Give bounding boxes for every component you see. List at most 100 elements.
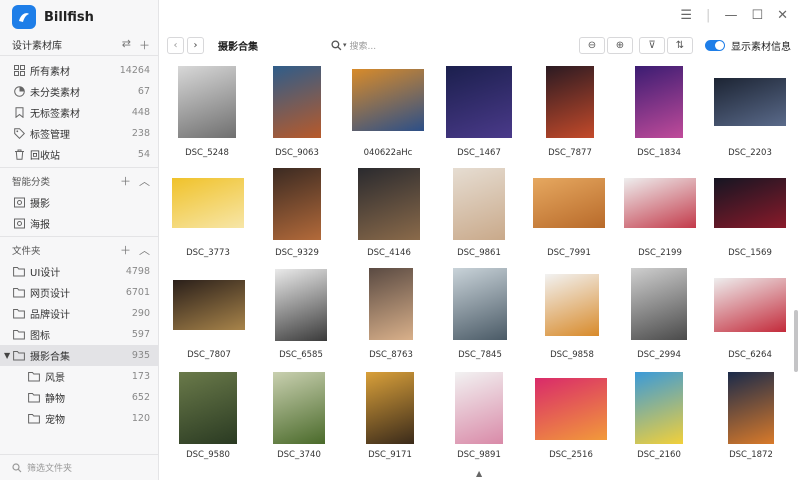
- nav-label: 所有素材: [30, 67, 70, 78]
- smart-category-header[interactable]: 智能分类 ＋ ︿: [0, 170, 158, 192]
- nav-label: 未分类素材: [30, 88, 80, 99]
- expand-caret-icon[interactable]: ▼: [4, 351, 10, 360]
- asset-thumbnail[interactable]: [173, 280, 245, 330]
- billfish-logo-icon: [12, 5, 36, 29]
- folder-item-0[interactable]: UI设计 4798: [0, 261, 158, 282]
- folder-list: UI设计 4798 网页设计 6701 品牌设计 290 图标 597 摄影合集 935 ▼ 风景 17…: [0, 261, 158, 429]
- caret-down-icon: ▾: [343, 41, 347, 49]
- show-info-label: 显示素材信息: [731, 41, 791, 53]
- asset-filename: DSC_2160: [637, 450, 681, 460]
- library-header[interactable]: 设计素材库 ⇄ ＋: [0, 34, 158, 56]
- asset-thumbnail[interactable]: [453, 168, 505, 240]
- asset-thumbnail[interactable]: [366, 372, 414, 444]
- filter-button[interactable]: ⊽: [639, 36, 665, 54]
- chevron-right-icon: ›: [193, 39, 198, 51]
- asset-thumbnail[interactable]: [535, 378, 607, 440]
- add-library-icon[interactable]: ＋: [139, 37, 150, 53]
- asset-thumbnail[interactable]: [273, 66, 321, 138]
- asset-filename: DSC_3740: [277, 450, 321, 460]
- asset-filename: DSC_1569: [728, 248, 772, 258]
- zoom-out-button[interactable]: ⊖: [579, 36, 605, 54]
- item-count: 652: [131, 392, 150, 403]
- asset-thumbnail[interactable]: [546, 66, 594, 138]
- menu-icon[interactable]: ☰: [680, 8, 692, 23]
- subfolder-item-2[interactable]: 宠物 120: [0, 408, 158, 429]
- divider: [0, 236, 158, 237]
- asset-thumbnail[interactable]: [455, 372, 503, 444]
- folder-icon: [13, 329, 25, 341]
- folder-item-3[interactable]: 图标 597: [0, 324, 158, 345]
- nav-label: 标签管理: [30, 130, 70, 141]
- asset-thumbnail[interactable]: [178, 66, 236, 138]
- collapse-smart-icon[interactable]: ︿: [139, 173, 150, 189]
- asset-thumbnail[interactable]: [352, 69, 424, 131]
- asset-thumbnail[interactable]: [453, 268, 507, 340]
- scrollbar-thumb[interactable]: [794, 310, 798, 372]
- divider: [0, 167, 158, 168]
- folder-item-1[interactable]: 网页设计 6701: [0, 282, 158, 303]
- asset-filename: DSC_9858: [550, 350, 594, 360]
- asset-filename: DSC_1872: [729, 450, 773, 460]
- asset-thumbnail[interactable]: [728, 372, 774, 444]
- asset-thumbnail[interactable]: [635, 372, 683, 444]
- library-title: 设计素材库: [12, 41, 62, 52]
- asset-thumbnail[interactable]: [533, 178, 605, 228]
- folders-title: 文件夹: [12, 246, 41, 257]
- folder-item-4[interactable]: 摄影合集 935 ▼: [0, 345, 158, 366]
- show-info-toggle[interactable]: [705, 39, 725, 51]
- asset-thumbnail[interactable]: [275, 269, 327, 341]
- folder-icon: [13, 287, 25, 299]
- asset-thumbnail[interactable]: [273, 372, 325, 444]
- close-icon[interactable]: ✕: [777, 8, 788, 23]
- bookmark-icon: [13, 107, 25, 119]
- asset-thumbnail[interactable]: [714, 78, 786, 126]
- add-folder-icon[interactable]: ＋: [120, 242, 131, 258]
- asset-thumbnail[interactable]: [714, 178, 786, 228]
- item-count: 448: [131, 107, 150, 118]
- sidebar-item-0[interactable]: 所有素材 14264: [0, 60, 158, 81]
- sidebar-item-4[interactable]: 回收站 54: [0, 144, 158, 165]
- subfolder-item-0[interactable]: 风景 173: [0, 366, 158, 387]
- maximize-icon[interactable]: ☐: [751, 8, 763, 23]
- sidebar-item-1[interactable]: 未分类素材 67: [0, 81, 158, 102]
- sidebar-item-3[interactable]: 标签管理 238: [0, 123, 158, 144]
- nav-list: 所有素材 14264 未分类素材 67 无标签素材 448 标签管理 238 回收站 54: [0, 56, 158, 165]
- app-name: Billfish: [44, 9, 94, 25]
- folder-icon: [13, 266, 25, 278]
- zoom-in-button[interactable]: ⊕: [607, 36, 633, 54]
- asset-thumbnail[interactable]: [358, 168, 420, 240]
- subfolder-item-1[interactable]: 静物 652: [0, 387, 158, 408]
- folder-item-2[interactable]: 品牌设计 290: [0, 303, 158, 324]
- asset-thumbnail[interactable]: [172, 178, 244, 228]
- sort-button[interactable]: ⇅: [667, 36, 693, 54]
- folder-filter[interactable]: 筛选文件夹: [0, 454, 158, 480]
- nav-label: 海报: [30, 220, 50, 231]
- asset-thumbnail[interactable]: [624, 178, 696, 228]
- sidebar-item-2[interactable]: 无标签素材 448: [0, 102, 158, 123]
- asset-thumbnail[interactable]: [446, 66, 512, 138]
- minimize-icon[interactable]: —: [724, 8, 737, 23]
- smart-item-0[interactable]: 摄影: [0, 192, 158, 213]
- window-controls: ☰ | — ☐ ✕: [680, 0, 800, 30]
- chevron-down-icon[interactable]: ▲: [476, 469, 482, 478]
- back-button[interactable]: ‹: [167, 36, 184, 54]
- search-input[interactable]: ▾ 搜索...: [331, 39, 376, 52]
- asset-thumbnail[interactable]: [714, 278, 786, 332]
- collapse-folders-icon[interactable]: ︿: [139, 242, 150, 258]
- nav-label: 回收站: [30, 151, 60, 162]
- item-count: 238: [131, 128, 150, 139]
- forward-button[interactable]: ›: [187, 36, 204, 54]
- folders-header[interactable]: 文件夹 ＋ ︿: [0, 239, 158, 261]
- asset-thumbnail[interactable]: [179, 372, 237, 444]
- asset-thumbnail[interactable]: [369, 268, 413, 340]
- add-smart-icon[interactable]: ＋: [120, 173, 131, 189]
- asset-thumbnail[interactable]: [635, 66, 683, 138]
- switch-library-icon[interactable]: ⇄: [122, 37, 131, 53]
- asset-thumbnail[interactable]: [545, 274, 599, 336]
- asset-grid: DSC_5248 DSC_9063 040622aHc DSC_1467 DSC_787…: [165, 62, 791, 480]
- asset-thumbnail[interactable]: [273, 168, 321, 240]
- folder-icon: [28, 371, 40, 383]
- asset-thumbnail[interactable]: [631, 268, 687, 340]
- asset-filename: DSC_2516: [549, 450, 593, 460]
- smart-item-1[interactable]: 海报: [0, 213, 158, 234]
